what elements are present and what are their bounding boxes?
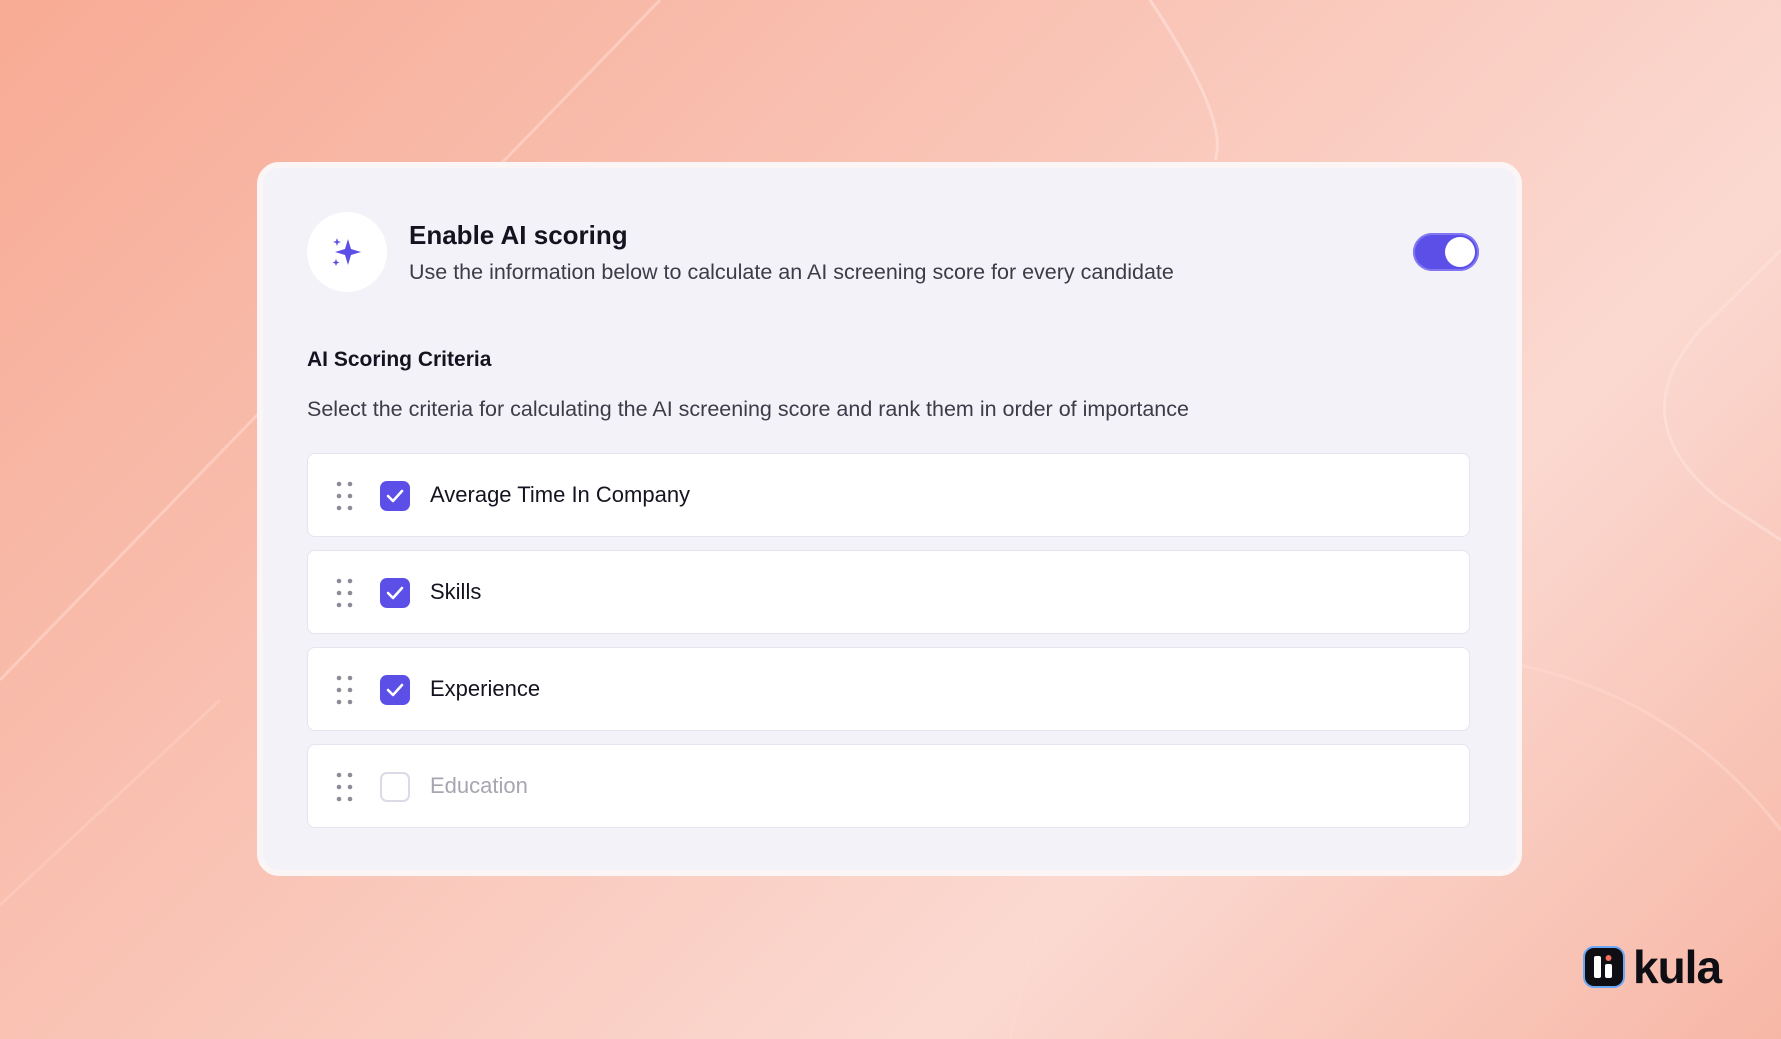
checkmark-icon [386, 586, 404, 600]
ai-scoring-card: Enable AI scoring Use the information be… [257, 162, 1522, 876]
criteria-list: Average Time In Company Skills Experienc… [307, 453, 1470, 841]
criteria-checkbox-skills[interactable] [380, 578, 410, 608]
criteria-label: Experience [430, 676, 541, 701]
drag-handle-icon[interactable] [336, 578, 354, 608]
criteria-checkbox-average-time-in-company[interactable] [380, 481, 410, 511]
enable-ai-scoring-description: Use the information below to calculate a… [409, 260, 1174, 284]
criteria-checkbox-experience[interactable] [380, 675, 410, 705]
checkmark-icon [386, 683, 404, 697]
toggle-knob [1445, 237, 1475, 267]
brand-name: kula [1633, 941, 1722, 993]
kula-brand: kula [1583, 941, 1722, 993]
criteria-item-education[interactable]: Education [307, 744, 1470, 828]
drag-handle-icon[interactable] [336, 772, 354, 802]
criteria-item-experience[interactable]: Experience [307, 647, 1470, 731]
checkmark-icon [386, 489, 404, 503]
criteria-label: Education [430, 773, 528, 798]
sparkles-icon [307, 212, 387, 292]
criteria-item-average-time-in-company[interactable]: Average Time In Company [307, 453, 1470, 537]
enable-ai-scoring-toggle[interactable] [1413, 233, 1479, 271]
criteria-label: Skills [430, 579, 482, 604]
kula-logo-icon [1583, 946, 1625, 988]
criteria-checkbox-education[interactable] [380, 772, 410, 802]
criteria-label: Average Time In Company [430, 482, 691, 507]
drag-handle-icon[interactable] [336, 481, 354, 511]
enable-ai-scoring-title: Enable AI scoring [409, 220, 628, 250]
criteria-section-description: Select the criteria for calculating the … [307, 397, 1189, 421]
criteria-section-title: AI Scoring Criteria [307, 348, 492, 371]
drag-handle-icon[interactable] [336, 675, 354, 705]
criteria-item-skills[interactable]: Skills [307, 550, 1470, 634]
